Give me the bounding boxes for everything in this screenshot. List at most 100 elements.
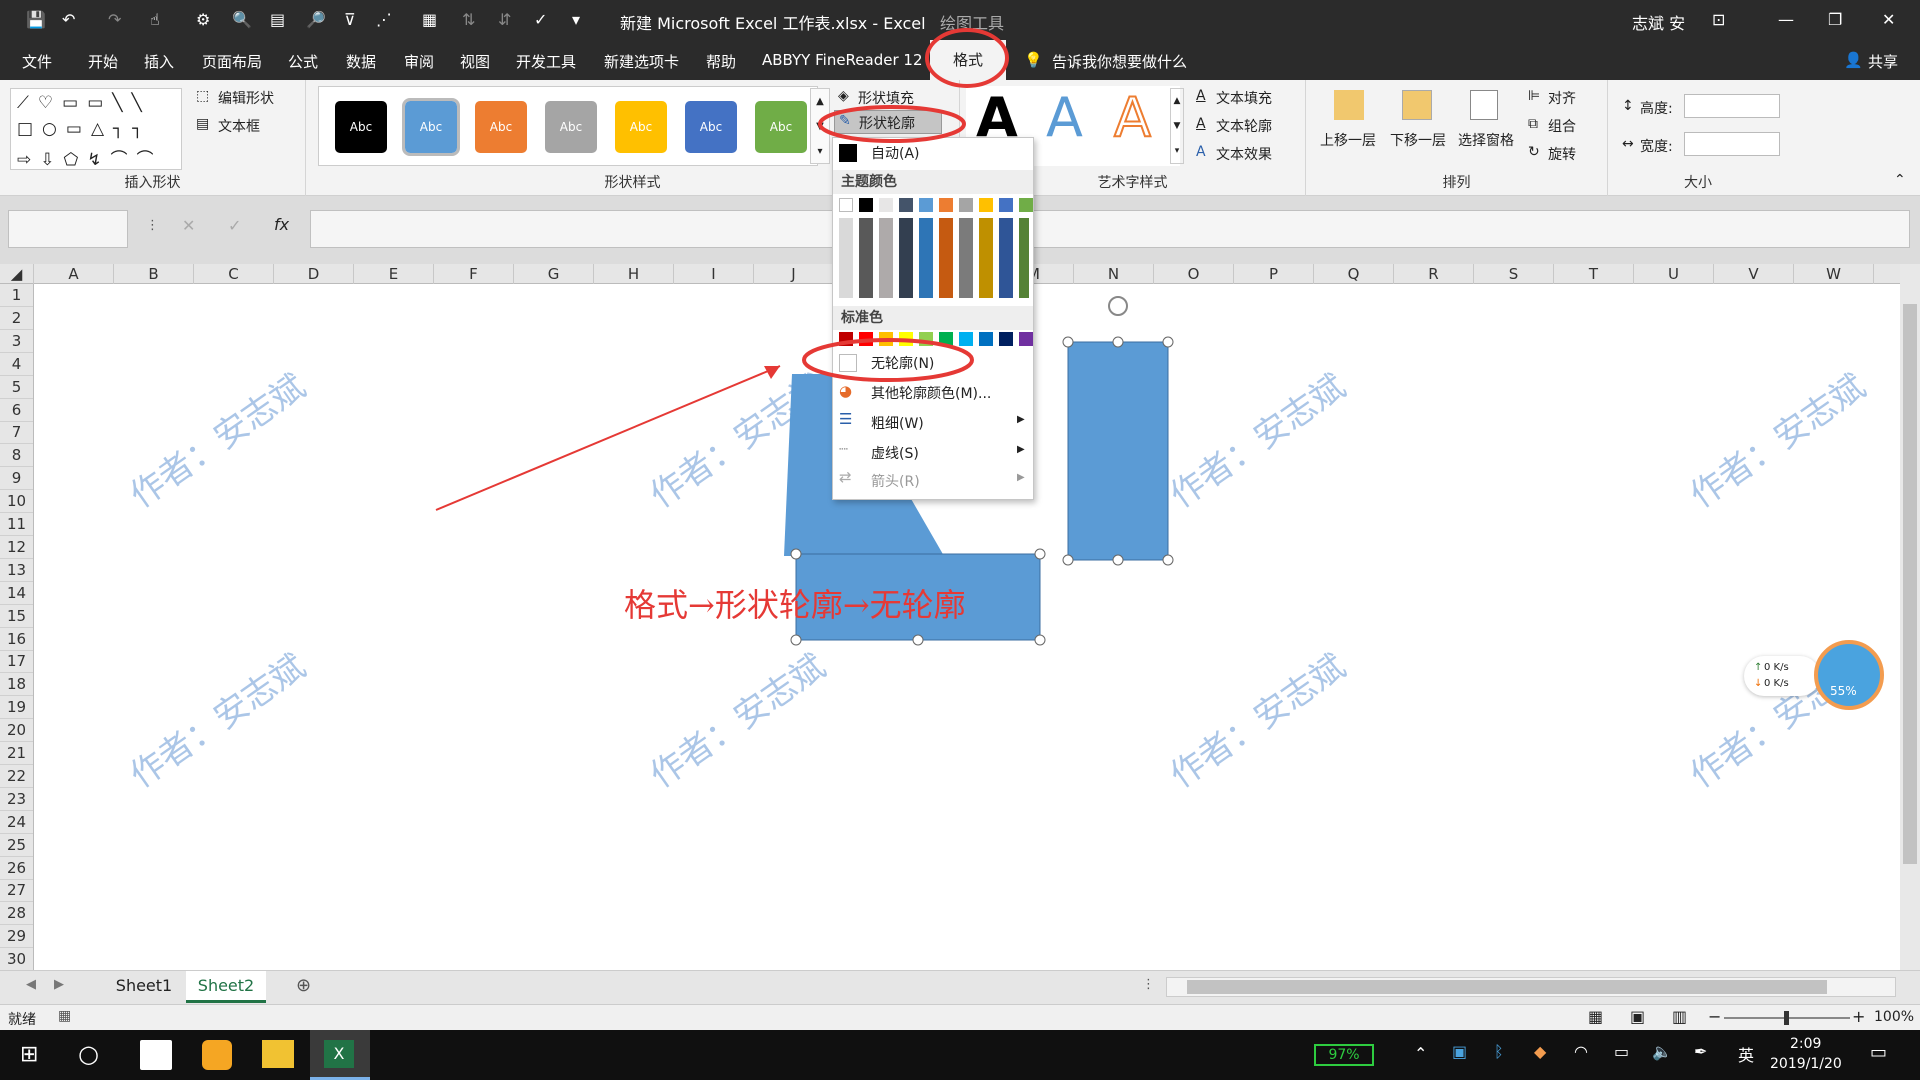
row-header[interactable]: 17 [0, 650, 33, 674]
pen-tray-icon[interactable]: ✒ [1694, 1042, 1707, 1061]
color-swatch[interactable] [939, 198, 953, 212]
row-header[interactable]: 28 [0, 902, 33, 926]
textbox-icon[interactable]: ▤ [196, 116, 209, 132]
menu-weight[interactable]: 粗细(W) [833, 410, 1033, 438]
grid-icon[interactable]: ▦ [422, 10, 437, 29]
color-swatch[interactable] [979, 198, 993, 212]
menu-dashes[interactable]: 虚线(S) [833, 440, 1033, 468]
enter-icon[interactable]: ✓ [228, 216, 241, 235]
edit-shape-button[interactable]: 编辑形状 [218, 88, 274, 108]
lightbulb-icon[interactable]: 💡 [1024, 51, 1043, 69]
resize-handle[interactable] [1062, 554, 1074, 566]
row-header[interactable]: 25 [0, 834, 33, 857]
color-swatch[interactable] [859, 198, 873, 212]
menu-auto[interactable]: 自动(A) [833, 140, 1033, 168]
row-header[interactable]: 29 [0, 925, 33, 949]
shape-fill-button[interactable]: 形状填充 [858, 88, 914, 108]
page-break-view-icon[interactable]: ▥ [1672, 1007, 1687, 1026]
resize-handle[interactable] [1162, 336, 1174, 348]
battery-percent[interactable]: 97% [1314, 1044, 1374, 1066]
width-input[interactable] [1684, 132, 1780, 156]
color-swatch[interactable] [939, 332, 953, 346]
column-header[interactable]: S [1474, 264, 1554, 284]
row-header[interactable]: 4 [0, 353, 33, 376]
column-header[interactable]: R [1394, 264, 1474, 284]
rotate-handle[interactable] [1108, 296, 1128, 316]
color-swatch[interactable] [919, 332, 933, 346]
normal-view-icon[interactable]: ▦ [1588, 1007, 1603, 1026]
column-header[interactable]: T [1554, 264, 1634, 284]
print-preview-icon[interactable]: 🔍 [232, 10, 252, 29]
name-box[interactable] [8, 210, 128, 248]
clock-date[interactable]: 2019/1/20 [1770, 1056, 1842, 1072]
collapse-ribbon-icon[interactable]: ⌃ [1894, 172, 1906, 188]
group-button[interactable]: 组合 [1548, 116, 1576, 136]
style-swatch-1[interactable]: Abc [335, 101, 387, 153]
text-outline-button[interactable]: 文本轮廓 [1216, 116, 1272, 136]
redo-icon[interactable]: ↷ [108, 10, 121, 29]
style-swatch-2[interactable]: Abc [402, 98, 460, 156]
close-icon[interactable]: ✕ [1882, 10, 1895, 29]
row-header[interactable]: 27 [0, 879, 33, 903]
resize-handle[interactable] [790, 634, 802, 646]
touch-mode-icon[interactable]: ☝ [150, 10, 160, 29]
row-header[interactable]: 9 [0, 467, 33, 491]
style-swatch-4[interactable]: Abc [545, 101, 597, 153]
tab-split-icon[interactable]: ⋮ [1142, 977, 1155, 992]
sheet-tab-active[interactable]: Sheet2 [186, 971, 266, 1003]
clock-time[interactable]: 2:09 [1790, 1036, 1821, 1052]
tab-review[interactable]: 审阅 [404, 51, 434, 72]
bring-forward-icon[interactable] [1334, 90, 1364, 120]
minimize-icon[interactable]: — [1778, 10, 1794, 29]
color-swatch[interactable] [1019, 332, 1033, 346]
search-icon[interactable]: 🔎 [306, 10, 326, 29]
mail-icon[interactable] [140, 1040, 172, 1070]
tab-insert[interactable]: 插入 [144, 51, 174, 72]
column-header[interactable]: O [1154, 264, 1234, 284]
cancel-icon[interactable]: ✕ [182, 216, 195, 235]
column-header[interactable]: N [1074, 264, 1154, 284]
tab-abbyy[interactable]: ABBYY FineReader 12 [762, 51, 923, 69]
row-header[interactable]: 1 [0, 284, 33, 307]
tab-view[interactable]: 视图 [460, 51, 490, 72]
wifi-icon[interactable]: ◠ [1574, 1042, 1588, 1061]
column-header[interactable]: E [354, 264, 434, 284]
row-header[interactable]: 16 [0, 628, 33, 651]
resize-handle[interactable] [1062, 336, 1074, 348]
ime-indicator[interactable]: 英 [1738, 1042, 1754, 1066]
shape-outline-button[interactable]: ✎ 形状轮廓 [834, 110, 942, 134]
text-effect-icon[interactable]: A [1196, 144, 1206, 160]
horizontal-scrollbar[interactable] [1166, 977, 1896, 997]
tab-page-layout[interactable]: 页面布局 [202, 51, 262, 72]
wordart-style-3[interactable]: A [1113, 85, 1152, 150]
tall-rectangle-shape[interactable] [1067, 341, 1169, 561]
bring-forward-button[interactable]: 上移一层 [1320, 130, 1376, 150]
column-header[interactable]: A [34, 264, 114, 284]
scroll-right-icon[interactable]: ▶ [54, 977, 64, 992]
column-header[interactable]: B [114, 264, 194, 284]
color-swatch[interactable] [1019, 198, 1033, 212]
row-header[interactable]: 5 [0, 376, 33, 399]
tab-help[interactable]: 帮助 [706, 51, 736, 72]
vertical-scrollbar[interactable] [1900, 264, 1920, 970]
color-swatch[interactable] [979, 332, 993, 346]
select-all[interactable]: ◢ [0, 264, 34, 284]
column-header[interactable]: Q [1314, 264, 1394, 284]
textbox-button[interactable]: 文本框 [218, 116, 260, 136]
send-backward-icon[interactable] [1402, 90, 1432, 120]
bluetooth-icon[interactable]: ᛒ [1494, 1042, 1504, 1061]
style-swatch-6[interactable]: Abc [685, 101, 737, 153]
group-icon[interactable]: ⧉ [1528, 116, 1538, 132]
tray-app-icon[interactable]: ▣ [1452, 1042, 1467, 1061]
zoom-thumb[interactable] [1784, 1011, 1789, 1025]
column-header[interactable]: J [754, 264, 834, 284]
row-header[interactable]: 19 [0, 696, 33, 720]
rotate-icon[interactable]: ↻ [1528, 144, 1540, 160]
color-swatch[interactable] [839, 198, 853, 212]
style-swatch-3[interactable]: Abc [475, 101, 527, 153]
row-header[interactable]: 11 [0, 513, 33, 536]
column-header[interactable]: H [594, 264, 674, 284]
column-header[interactable]: C [194, 264, 274, 284]
sheet-tab[interactable]: Sheet1 [106, 971, 182, 1003]
formula-input[interactable] [310, 210, 1910, 248]
